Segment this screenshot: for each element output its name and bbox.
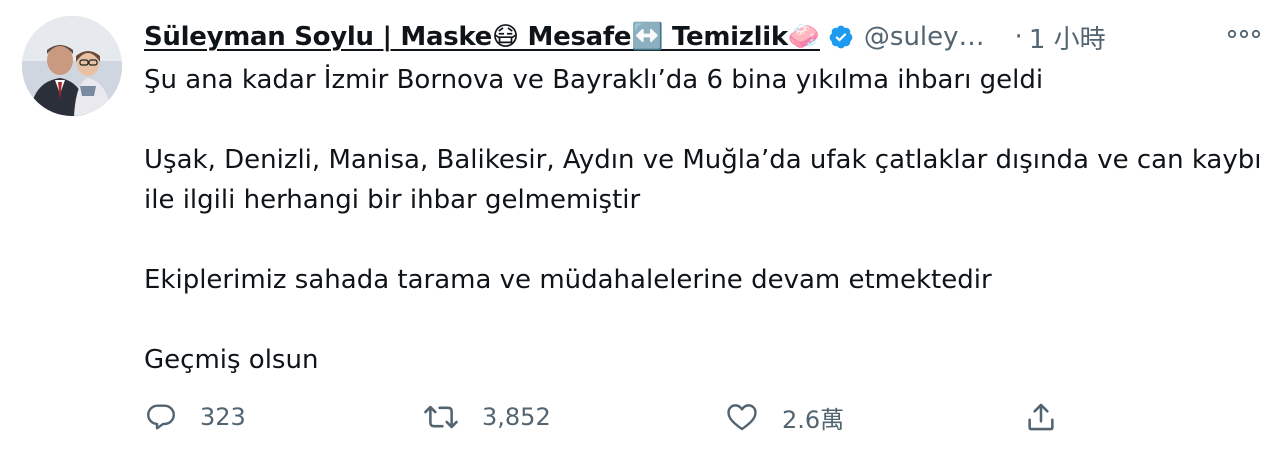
profile-photo bbox=[22, 16, 122, 116]
user-handle[interactable]: @suley… bbox=[864, 22, 985, 52]
like-button[interactable]: 2.6萬 bbox=[724, 395, 844, 439]
avatar[interactable] bbox=[22, 16, 122, 116]
reply-button[interactable]: 323 bbox=[144, 395, 246, 439]
more-dots-icon bbox=[1227, 29, 1261, 39]
tweet-paragraph: Uşak, Denizli, Manisa, Balikesir, Aydın … bbox=[144, 145, 1262, 215]
tweet-actions: 323 3,852 2.6萬 bbox=[144, 395, 1064, 439]
share-button[interactable] bbox=[1024, 395, 1058, 439]
heart-icon bbox=[727, 404, 757, 431]
tweet-text: Şu ana kadar İzmir Bornova ve Bayraklı’d… bbox=[144, 60, 1264, 380]
tweet-paragraph: Şu ana kadar İzmir Bornova ve Bayraklı’d… bbox=[144, 65, 1044, 95]
tweet-paragraph: Ekiplerimiz sahada tarama ve müdahaleler… bbox=[144, 265, 992, 295]
verified-badge-icon bbox=[829, 25, 853, 49]
retweet-button[interactable]: 3,852 bbox=[422, 395, 551, 439]
reply-count: 323 bbox=[200, 403, 246, 431]
display-name[interactable]: Süleyman Soylu | Maske😷 Mesafe↔️ Temizli… bbox=[144, 22, 820, 52]
more-button[interactable] bbox=[1222, 12, 1266, 56]
tweet-card[interactable]: Süleyman Soylu | Maske😷 Mesafe↔️ Temizli… bbox=[0, 0, 1280, 451]
tweet-paragraph: Geçmiş olsun bbox=[144, 345, 319, 375]
retweet-count: 3,852 bbox=[482, 403, 551, 431]
reply-bubble-icon bbox=[147, 404, 175, 430]
timestamp[interactable]: 1 小時 bbox=[1029, 19, 1106, 56]
separator-dot: · bbox=[1014, 22, 1023, 52]
tweet-header: Süleyman Soylu | Maske😷 Mesafe↔️ Temizli… bbox=[144, 16, 1254, 58]
like-count: 2.6萬 bbox=[782, 405, 845, 434]
retweet-icon bbox=[424, 405, 458, 429]
share-upload-icon bbox=[1028, 403, 1054, 431]
